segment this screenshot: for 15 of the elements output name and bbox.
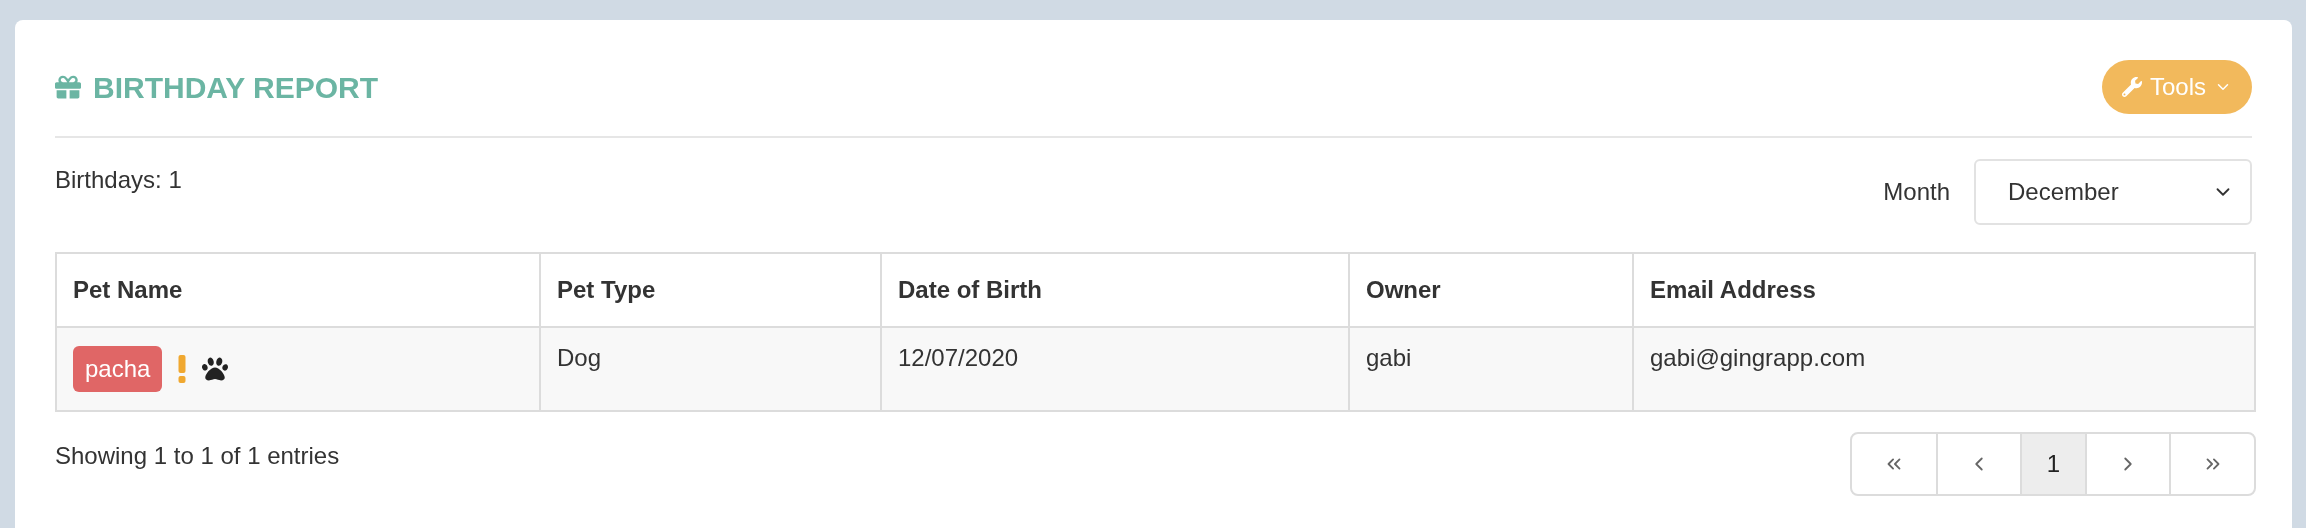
page-title: BIRTHDAY REPORT [93,69,379,106]
table-cell: gabi@gingrapp.com [1632,328,2254,410]
wrench-icon [2121,77,2142,97]
paw-icon [202,356,229,382]
column-header: Pet Name [72,275,184,305]
pet-name-tag: pacha [73,346,163,392]
month-select[interactable]: December [1974,159,2252,225]
birthday-count: Birthdays: 1 [55,165,182,195]
table-cell: Dog [539,328,880,410]
entries-info: Showing 1 to 1 of 1 entries [55,441,340,471]
month-label: Month [1883,177,1950,207]
page-button[interactable]: 1 [2020,434,2085,494]
gift-icon [55,74,81,100]
table-cell: 12/07/2020 [880,328,1348,410]
table-cell: gabi [1348,328,1632,410]
